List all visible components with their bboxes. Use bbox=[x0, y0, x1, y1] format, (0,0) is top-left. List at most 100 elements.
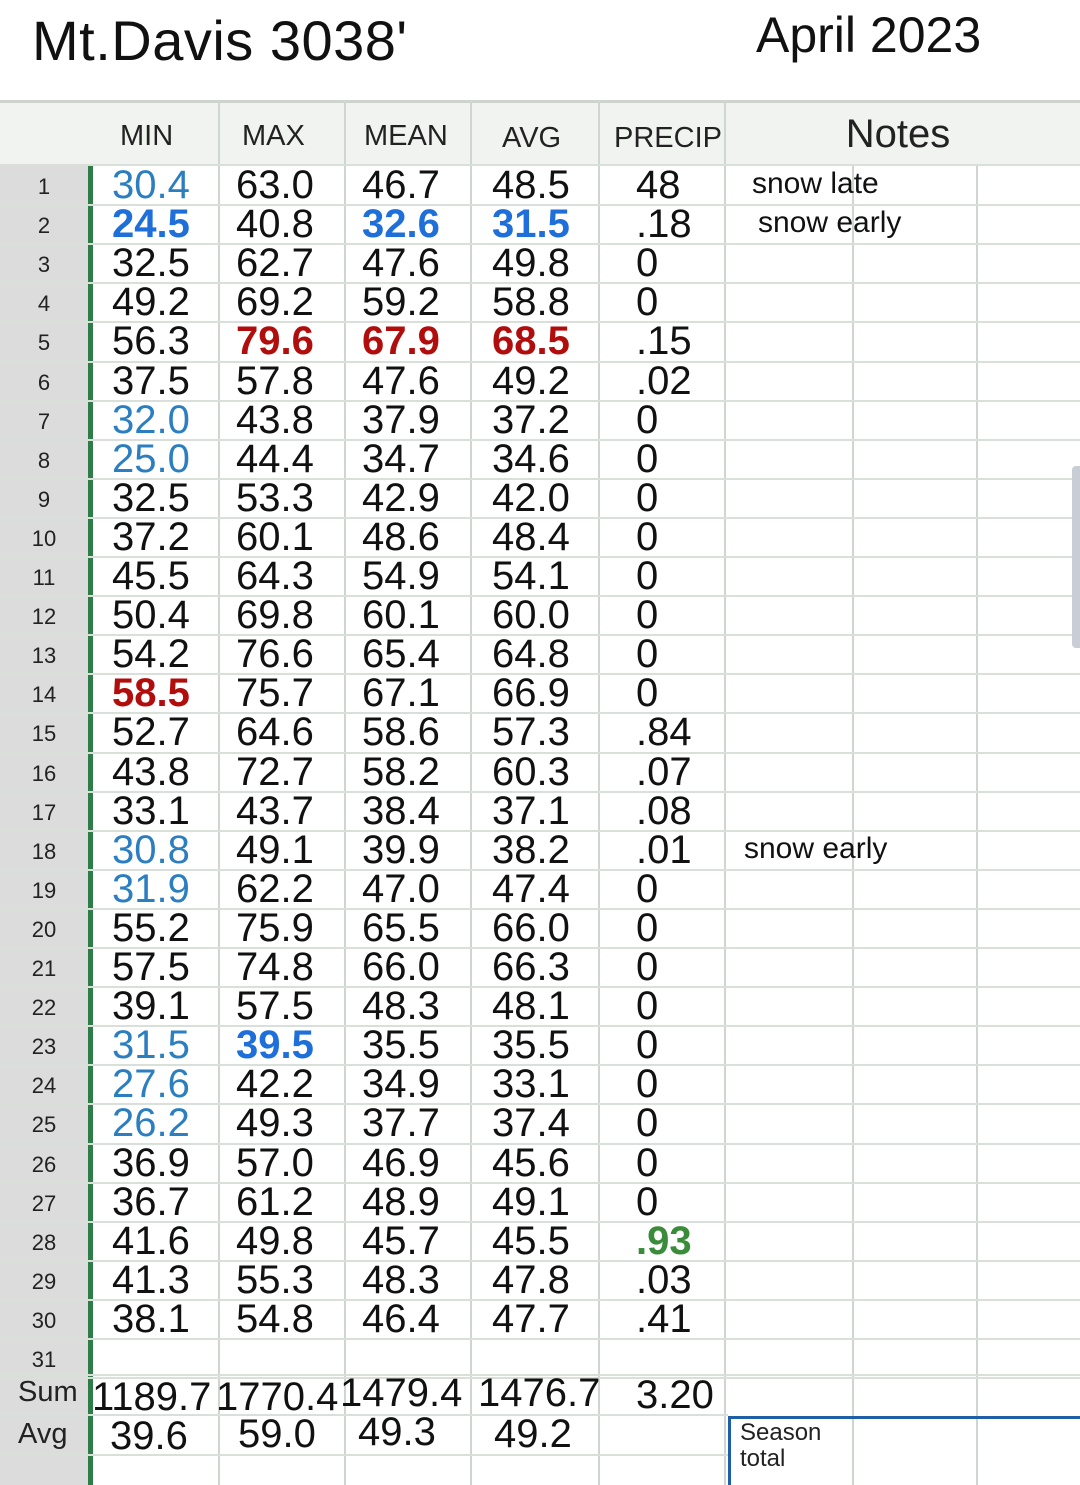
row-number[interactable]: 20 bbox=[0, 917, 88, 943]
row-number[interactable]: 21 bbox=[0, 956, 88, 982]
cell-max[interactable]: 60.1 bbox=[236, 517, 314, 557]
column-header-notes[interactable]: Notes bbox=[728, 112, 1068, 157]
cell-avg[interactable]: 57.3 bbox=[492, 712, 570, 752]
cell-mean[interactable]: 46.9 bbox=[362, 1143, 440, 1183]
cell-avg[interactable]: 47.8 bbox=[492, 1260, 570, 1300]
cell-precip[interactable]: .84 bbox=[636, 712, 692, 752]
cell-min[interactable]: 25.0 bbox=[112, 439, 190, 479]
cell-avg[interactable]: 38.2 bbox=[492, 830, 570, 870]
cell-mean[interactable]: 47.6 bbox=[362, 361, 440, 401]
cell-mean[interactable]: 58.6 bbox=[362, 712, 440, 752]
cell-precip[interactable]: .08 bbox=[636, 791, 692, 831]
row-number[interactable]: 14 bbox=[0, 682, 88, 708]
cell-precip[interactable]: .07 bbox=[636, 752, 692, 792]
cell-precip[interactable]: 0 bbox=[636, 282, 658, 322]
avg-mean[interactable]: 49.3 bbox=[358, 1412, 436, 1452]
cell-min[interactable]: 27.6 bbox=[112, 1064, 190, 1104]
row-number[interactable]: 15 bbox=[0, 721, 88, 747]
cell-max[interactable]: 69.8 bbox=[236, 595, 314, 635]
cell-avg[interactable]: 49.1 bbox=[492, 1182, 570, 1222]
cell-max[interactable]: 49.8 bbox=[236, 1221, 314, 1261]
cell-min[interactable]: 55.2 bbox=[112, 908, 190, 948]
cell-precip[interactable]: 0 bbox=[636, 1143, 658, 1183]
cell-mean[interactable]: 65.5 bbox=[362, 908, 440, 948]
cell-min[interactable]: 30.8 bbox=[112, 830, 190, 870]
cell-min[interactable]: 24.5 bbox=[112, 204, 190, 244]
cell-avg[interactable]: 54.1 bbox=[492, 556, 570, 596]
cell-max[interactable]: 55.3 bbox=[236, 1260, 314, 1300]
cell-min[interactable]: 57.5 bbox=[112, 947, 190, 987]
cell-precip[interactable]: .15 bbox=[636, 321, 692, 361]
cell-min[interactable]: 37.2 bbox=[112, 517, 190, 557]
cell-max[interactable]: 57.8 bbox=[236, 361, 314, 401]
cell-precip[interactable]: 0 bbox=[636, 1182, 658, 1222]
cell-min[interactable]: 45.5 bbox=[112, 556, 190, 596]
cell-min[interactable]: 38.1 bbox=[112, 1299, 190, 1339]
cell-mean[interactable]: 58.2 bbox=[362, 752, 440, 792]
cell-min[interactable]: 30.4 bbox=[112, 165, 190, 205]
row-number[interactable]: 22 bbox=[0, 995, 88, 1021]
cell-max[interactable]: 69.2 bbox=[236, 282, 314, 322]
cell-precip[interactable]: 0 bbox=[636, 439, 658, 479]
cell-max[interactable]: 54.8 bbox=[236, 1299, 314, 1339]
cell-mean[interactable]: 34.7 bbox=[362, 439, 440, 479]
cell-max[interactable]: 49.1 bbox=[236, 830, 314, 870]
row-number[interactable]: 27 bbox=[0, 1191, 88, 1217]
row-number[interactable]: 26 bbox=[0, 1152, 88, 1178]
row-number[interactable]: 13 bbox=[0, 643, 88, 669]
cell-avg[interactable]: 45.5 bbox=[492, 1221, 570, 1261]
row-number[interactable]: 18 bbox=[0, 839, 88, 865]
row-number[interactable]: 4 bbox=[0, 291, 88, 317]
sum-max[interactable]: 1770.4 bbox=[216, 1377, 338, 1417]
row-number[interactable]: 5 bbox=[0, 330, 88, 356]
row-number[interactable]: 31 bbox=[0, 1347, 88, 1373]
row-number[interactable]: 28 bbox=[0, 1230, 88, 1256]
row-number[interactable]: 2 bbox=[0, 213, 88, 239]
cell-mean[interactable]: 37.7 bbox=[362, 1103, 440, 1143]
cell-mean[interactable]: 48.6 bbox=[362, 517, 440, 557]
cell-precip[interactable]: 0 bbox=[636, 673, 658, 713]
cell-max[interactable]: 57.5 bbox=[236, 986, 314, 1026]
cell-mean[interactable]: 54.9 bbox=[362, 556, 440, 596]
cell-avg[interactable]: 34.6 bbox=[492, 439, 570, 479]
cell-mean[interactable]: 48.9 bbox=[362, 1182, 440, 1222]
cell-avg[interactable]: 47.7 bbox=[492, 1299, 570, 1339]
cell-precip[interactable]: .93 bbox=[636, 1221, 692, 1261]
avg-min[interactable]: 39.6 bbox=[110, 1416, 188, 1456]
cell-avg[interactable]: 37.1 bbox=[492, 791, 570, 831]
cell-avg[interactable]: 48.1 bbox=[492, 986, 570, 1026]
cell-precip[interactable]: 0 bbox=[636, 243, 658, 283]
row-number[interactable]: 6 bbox=[0, 370, 88, 396]
cell-precip[interactable]: 0 bbox=[636, 1025, 658, 1065]
cell-max[interactable]: 72.7 bbox=[236, 752, 314, 792]
column-header-precip[interactable]: PRECIP bbox=[614, 122, 722, 155]
cell-precip[interactable]: 0 bbox=[636, 869, 658, 909]
cell-precip[interactable]: 0 bbox=[636, 478, 658, 518]
cell-mean[interactable]: 37.9 bbox=[362, 400, 440, 440]
cell-min[interactable]: 37.5 bbox=[112, 361, 190, 401]
row-number[interactable]: 11 bbox=[0, 565, 88, 591]
cell-max[interactable]: 74.8 bbox=[236, 947, 314, 987]
column-header-avg[interactable]: AVG bbox=[502, 122, 561, 155]
cell-avg[interactable]: 58.8 bbox=[492, 282, 570, 322]
cell-max[interactable]: 76.6 bbox=[236, 634, 314, 674]
row-number[interactable]: 9 bbox=[0, 487, 88, 513]
cell-avg[interactable]: 31.5 bbox=[492, 204, 570, 244]
cell-mean[interactable]: 34.9 bbox=[362, 1064, 440, 1104]
cell-min[interactable]: 52.7 bbox=[112, 712, 190, 752]
cell-note[interactable]: snow early bbox=[744, 832, 887, 866]
cell-precip[interactable]: .01 bbox=[636, 830, 692, 870]
row-number[interactable]: 25 bbox=[0, 1112, 88, 1138]
sum-mean[interactable]: 1479.4 bbox=[340, 1373, 462, 1413]
cell-avg[interactable]: 35.5 bbox=[492, 1025, 570, 1065]
cell-mean[interactable]: 35.5 bbox=[362, 1025, 440, 1065]
cell-precip[interactable]: 0 bbox=[636, 400, 658, 440]
cell-mean[interactable]: 67.1 bbox=[362, 673, 440, 713]
cell-min[interactable]: 32.5 bbox=[112, 243, 190, 283]
cell-min[interactable]: 26.2 bbox=[112, 1103, 190, 1143]
cell-mean[interactable]: 47.0 bbox=[362, 869, 440, 909]
cell-avg[interactable]: 37.2 bbox=[492, 400, 570, 440]
cell-max[interactable]: 43.8 bbox=[236, 400, 314, 440]
cell-precip[interactable]: 0 bbox=[636, 986, 658, 1026]
cell-precip[interactable]: .02 bbox=[636, 361, 692, 401]
